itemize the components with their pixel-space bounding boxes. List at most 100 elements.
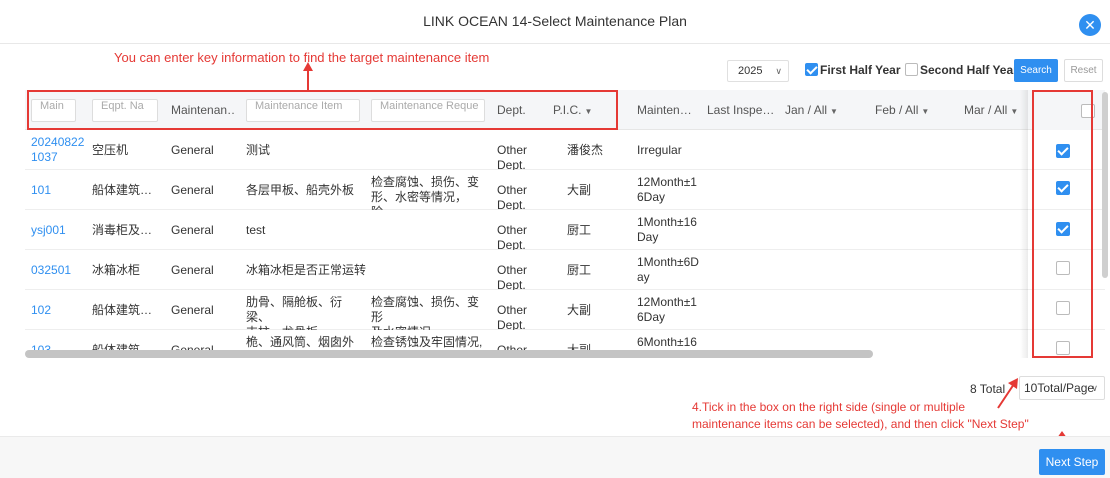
col-cycle: Mainten…	[637, 103, 692, 117]
row-checkbox[interactable]	[1056, 180, 1070, 195]
maintenance-code-link[interactable]: 032501	[31, 263, 86, 278]
col-feb[interactable]: Feb / All ▼	[875, 90, 955, 130]
checkbox-icon	[1056, 260, 1070, 275]
maintenance-code-link[interactable]: 102	[31, 303, 86, 318]
dialog-titlebar: LINK OCEAN 14-Select Maintenance Plan ✕	[0, 0, 1110, 44]
main-no-search-input[interactable]: Main	[31, 99, 76, 122]
table-row: ysj001 消毒柜及… General test Other Dept. 厨工…	[25, 210, 1105, 252]
maintenance-requirement: 检查锈蚀及牢固情况,	[371, 335, 483, 349]
dept: Other Dept.	[497, 143, 528, 172]
maintenance-table: Main Eqpt. Na Maintenan… Maintenance Ite…	[25, 90, 1105, 358]
checkbox-icon	[1081, 103, 1095, 118]
maintenance-item: 测试	[246, 143, 271, 157]
col-pic-label: P.I.C.	[553, 103, 582, 117]
eqpt-name: 船体建筑…	[92, 183, 153, 197]
page-size-select[interactable]: 10Total/Page ∨	[1019, 376, 1105, 400]
dept: Other Dept.	[497, 223, 528, 252]
dialog-footer	[0, 436, 1110, 478]
eqpt-name-search-input[interactable]: Eqpt. Na	[92, 99, 158, 122]
pic: 大副	[567, 303, 592, 317]
table-row: 101 船体建筑… General 各层甲板、船壳外板 检查腐蚀、损伤、变 形、水…	[25, 170, 1105, 219]
fixed-column-shadow	[1020, 90, 1028, 358]
checkbox-icon	[1056, 340, 1070, 355]
close-icon[interactable]: ✕	[1079, 14, 1101, 36]
maintenance-code-link[interactable]: 101	[31, 183, 86, 198]
table-row: 20240822 1037 空压机 General 测试 Other Dept. …	[25, 130, 1105, 172]
checkbox-icon	[805, 63, 818, 76]
maintenance-type: General	[171, 303, 214, 317]
caret-down-icon: ▼	[830, 107, 838, 116]
row-checkbox[interactable]	[1056, 300, 1070, 315]
checkbox-icon	[1056, 180, 1070, 195]
col-mar-label: Mar / All	[964, 103, 1008, 117]
chevron-down-icon: ∨	[1091, 383, 1098, 393]
pic: 潘俊杰	[567, 143, 604, 157]
col-last-inspection: Last Inspe…	[707, 103, 773, 117]
eqpt-name: 空压机	[92, 143, 129, 157]
row-checkbox[interactable]	[1056, 221, 1070, 236]
year-select[interactable]: 2025 ∨	[727, 60, 789, 82]
annotation-select-hint: 4.Tick in the box on the right side (sin…	[692, 400, 1029, 431]
col-jan-label: Jan / All	[785, 103, 828, 117]
first-half-label: First Half Year	[820, 63, 901, 77]
col-feb-label: Feb / All	[875, 103, 919, 117]
maintenance-code-link[interactable]: ysj001	[31, 223, 86, 238]
eqpt-name: 冰箱冰柜	[92, 263, 141, 277]
vertical-scrollbar[interactable]	[1102, 92, 1108, 278]
eqpt-name: 船体建筑…	[92, 303, 153, 317]
checkbox-icon	[1056, 143, 1070, 158]
maintenance-type: General	[171, 183, 214, 197]
table-row: 032501 冰箱冰柜 General 冰箱冰柜是否正常运转 Other Dep…	[25, 250, 1105, 292]
maintenance-type: General	[171, 143, 214, 157]
maintenance-item-search-input[interactable]: Maintenance Item	[246, 99, 360, 122]
horizontal-scrollbar[interactable]	[25, 350, 873, 358]
dept: Other Dept.	[497, 263, 528, 292]
reset-button[interactable]: Reset	[1064, 59, 1103, 82]
cycle: 12Month±1 6Day	[637, 175, 697, 204]
cycle: 6Month±16	[637, 335, 697, 349]
maintenance-item: test	[246, 223, 266, 237]
eqpt-name: 消毒柜及…	[92, 223, 153, 237]
first-half-year-checkbox[interactable]: First Half Year	[805, 63, 900, 77]
col-pic[interactable]: P.I.C. ▼	[553, 90, 613, 130]
maintenance-item: 冰箱冰柜是否正常运转	[246, 263, 367, 277]
next-step-button[interactable]: Next Step	[1039, 449, 1105, 475]
checkbox-icon	[905, 63, 918, 76]
dept: Other Dept.	[497, 183, 528, 212]
chevron-down-icon: ∨	[775, 66, 782, 76]
maintenance-type: General	[171, 223, 214, 237]
col-dept: Dept.	[497, 103, 526, 117]
dialog-title: LINK OCEAN 14-Select Maintenance Plan	[423, 13, 687, 29]
cycle: Irregular	[637, 143, 682, 157]
maintenance-requirement-search-input[interactable]: Maintenance Reque	[371, 99, 485, 122]
col-jan[interactable]: Jan / All ▼	[785, 90, 865, 130]
pic: 厨工	[567, 223, 592, 237]
maintenance-item: 各层甲板、船壳外板	[246, 183, 355, 197]
caret-down-icon: ▼	[1010, 107, 1019, 116]
caret-down-icon: ▼	[584, 107, 593, 116]
row-checkbox[interactable]	[1056, 143, 1070, 158]
pic: 大副	[567, 183, 592, 197]
dept: Other Dept.	[497, 303, 528, 332]
cycle: 1Month±6D ay	[637, 255, 699, 284]
cycle: 12Month±1 6Day	[637, 295, 697, 324]
checkbox-icon	[1056, 221, 1070, 236]
table-header: Main Eqpt. Na Maintenan… Maintenance Ite…	[25, 90, 1105, 130]
col-maintenance-type: Maintenan…	[171, 103, 235, 117]
page-size-value: 10Total/Page	[1024, 381, 1095, 395]
search-button[interactable]: Search	[1014, 59, 1058, 82]
annotation-arrow-up-icon	[303, 62, 313, 90]
second-half-year-checkbox[interactable]: Second Half Year	[905, 63, 1018, 77]
second-half-label: Second Half Year	[920, 63, 1018, 77]
select-all-checkbox[interactable]	[1081, 103, 1095, 118]
maintenance-code-link[interactable]: 20240822 1037	[31, 135, 86, 165]
caret-down-icon: ▼	[921, 107, 930, 116]
year-value: 2025	[738, 65, 763, 77]
table-row: 102 船体建筑… General 肋骨、隔舱板、衍梁、支柱、龙骨板 检查腐蚀、…	[25, 290, 1105, 339]
checkbox-icon	[1056, 300, 1070, 315]
row-checkbox[interactable]	[1056, 340, 1070, 355]
row-checkbox[interactable]	[1056, 260, 1070, 275]
maintenance-type: General	[171, 263, 214, 277]
pic: 厨工	[567, 263, 592, 277]
cycle: 1Month±16 Day	[637, 215, 697, 244]
